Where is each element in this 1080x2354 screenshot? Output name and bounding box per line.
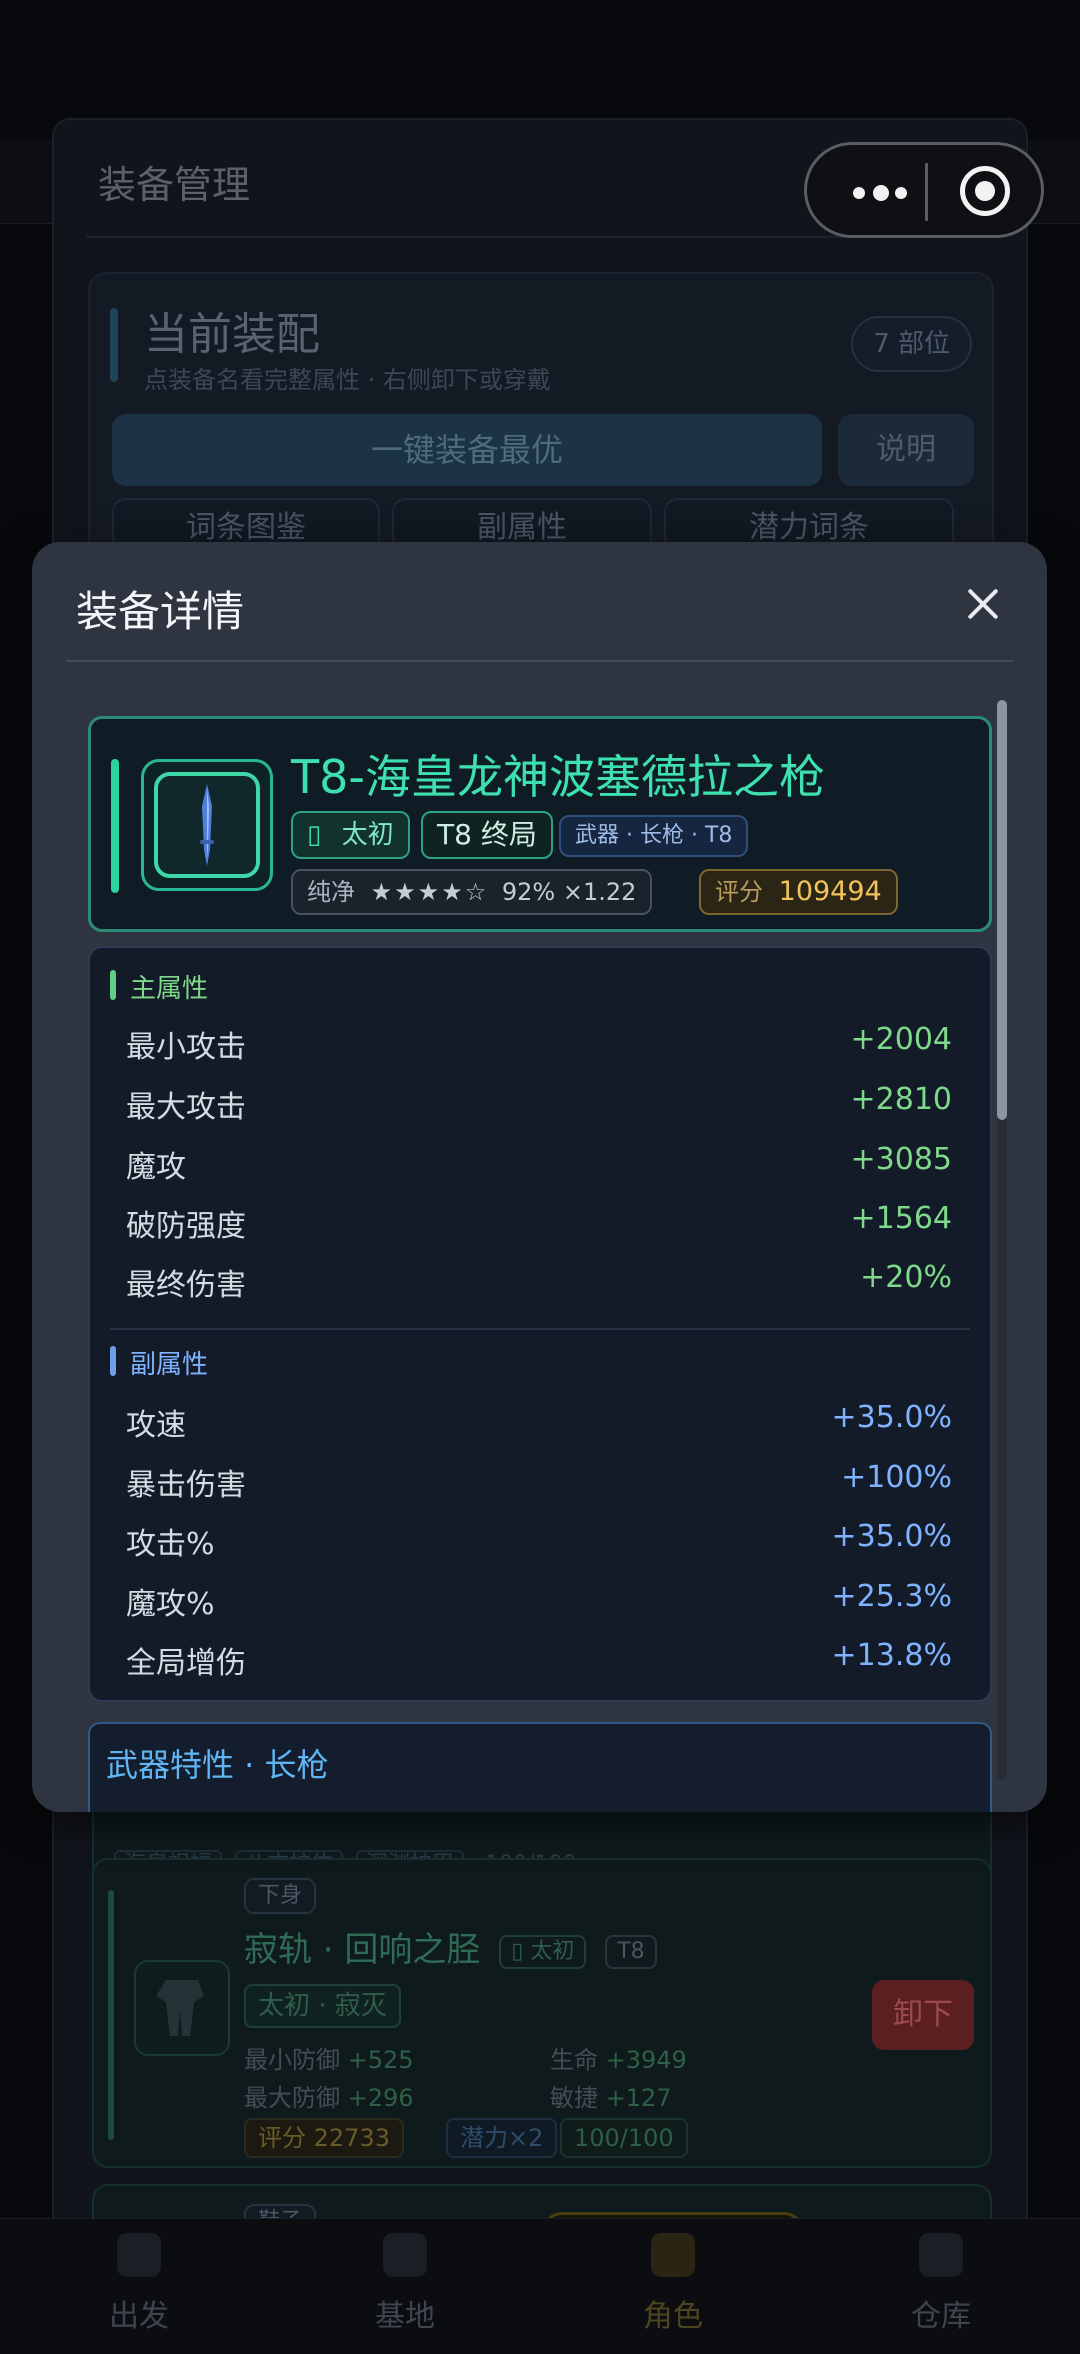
attr-row: 攻击% +35.0%	[126, 1519, 952, 1562]
potential-chip: 潜力×2	[446, 2118, 558, 2158]
attr-row: 魔攻% +25.3%	[126, 1579, 952, 1622]
nav-label: 基地	[375, 2299, 435, 2334]
sub-attributes-heading: 副属性	[110, 1344, 208, 1381]
attr-row: 最大攻击 +2810	[126, 1082, 952, 1125]
weapon-trait-title: 武器特性 · 长枪	[106, 1746, 329, 1784]
close-icon[interactable]	[955, 576, 1011, 632]
character-icon	[651, 2233, 695, 2277]
current-loadout-subtitle: 点装备名看完整属性 · 右侧卸下或穿戴	[144, 366, 551, 394]
divider	[66, 660, 1013, 662]
main-attributes-heading: 主属性	[110, 968, 208, 1005]
nav-character[interactable]: 角色	[588, 2219, 758, 2354]
slot-count-badge: 7 部位	[851, 316, 972, 372]
divider	[110, 1328, 970, 1330]
panel-title: 装备管理	[98, 163, 251, 207]
stat-max-defense: 最大防御 +296	[244, 2084, 414, 2112]
stat-min-defense: 最小防御 +525	[244, 2046, 414, 2074]
attr-row: 暴击伤害 +100%	[126, 1460, 952, 1503]
capsule-divider	[925, 163, 928, 221]
attributes-panel: 主属性 最小攻击 +2004 最大攻击 +2810 魔攻 +3085 破防强度 +156…	[88, 946, 992, 1702]
durability-chip: 100/100	[560, 2118, 688, 2158]
unequip-button[interactable]: 卸下	[872, 1980, 974, 2050]
score-tag: 评分 109494	[699, 869, 898, 915]
star-rating: ★★★★☆	[370, 878, 489, 906]
stat-hp: 生命 +3949	[550, 2046, 687, 2074]
slot-type-tag: 下身	[244, 1878, 317, 1914]
nav-warehouse[interactable]: 仓库	[856, 2219, 1026, 2354]
item-name-link[interactable]: 寂轨 · 回响之胫 ▯ 太初 T8	[244, 1922, 657, 1971]
accent-bar	[111, 759, 119, 893]
miniprogram-capsule	[804, 142, 1044, 238]
nav-label: 出发	[109, 2299, 169, 2334]
more-icon[interactable]	[853, 183, 909, 203]
weapon-trait-card: 武器特性 · 长枪	[88, 1722, 992, 1812]
item-detail-modal: 装备详情 T8-海皇龙神波塞德拉之枪 ▯ 太初 T8 终局 武器 · 长枪 · …	[32, 542, 1047, 1812]
base-icon	[383, 2233, 427, 2277]
warehouse-icon	[919, 2233, 963, 2277]
origin-icon: ▯	[307, 820, 322, 850]
nav-depart[interactable]: 出发	[54, 2219, 224, 2354]
item-name: 寂轨 · 回响之胫	[244, 1930, 481, 1970]
attr-row: 攻速 +35.0%	[126, 1400, 952, 1443]
item-icon-frame	[141, 759, 273, 891]
score-label: 评分	[715, 878, 763, 906]
current-loadout-box: 当前装配 点装备名看完整属性 · 右侧卸下或穿戴 7 部位 一键装备最优 说明 …	[88, 272, 994, 572]
origin-label: 太初	[341, 820, 394, 850]
item-name: T8-海皇龙神波塞德拉之枪	[291, 750, 825, 804]
current-loadout-title: 当前装配	[144, 309, 320, 360]
attr-row: 全局增伤 +13.8%	[126, 1638, 952, 1681]
equipment-slot-legs: 下身 寂轨 · 回响之胫 ▯ 太初 T8 太初 · 寂灭 最小防御 +525 生…	[92, 1858, 992, 2168]
accent-bar	[110, 308, 118, 382]
purity-tag: 纯净 ★★★★☆ 92% ×1.22	[291, 869, 653, 915]
tier-tag: T8 终局	[421, 811, 553, 859]
stat-agility: 敏捷 +127	[550, 2084, 672, 2112]
tier-tag: T8	[605, 1934, 657, 1969]
weapon-type-tag: 武器 · 长枪 · T8	[559, 815, 749, 857]
nav-base[interactable]: 基地	[320, 2219, 490, 2354]
purity-value: 92% ×1.22	[501, 878, 637, 906]
purity-label: 纯净	[307, 878, 355, 906]
accent-bar	[108, 1890, 114, 2140]
origin-tag: ▯ 太初	[499, 1934, 587, 1969]
page: 装备管理 当前装配 点装备名看完整属性 · 右侧卸下或穿戴 7 部位 一键装备最…	[0, 0, 1080, 2354]
nav-label: 仓库	[911, 2299, 971, 2334]
score-value: 109494	[778, 876, 882, 907]
modal-title: 装备详情	[76, 587, 245, 636]
origin-icon: ▯	[511, 1938, 524, 1964]
series-tag: 太初 · 寂灭	[244, 1984, 401, 2028]
nav-label: 角色	[643, 2299, 703, 2334]
equip-best-button[interactable]: 一键装备最优	[112, 414, 822, 486]
origin-tag: ▯ 太初	[291, 811, 410, 859]
attr-row: 最终伤害 +20%	[126, 1260, 952, 1303]
bottom-nav: 出发 基地 角色 仓库	[0, 2218, 1080, 2354]
armor-legs-icon	[134, 1960, 230, 2056]
depart-icon	[117, 2233, 161, 2277]
close-miniprogram-icon[interactable]	[960, 166, 1010, 216]
attr-row: 最小攻击 +2004	[126, 1022, 952, 1065]
scrollbar-thumb[interactable]	[997, 700, 1007, 1120]
attr-row: 破防强度 +1564	[126, 1201, 952, 1244]
score-chip: 评分 22733	[244, 2118, 404, 2158]
attr-row: 魔攻 +3085	[126, 1142, 952, 1185]
spear-icon	[154, 772, 260, 878]
item-header-card: T8-海皇龙神波塞德拉之枪 ▯ 太初 T8 终局 武器 · 长枪 · T8 纯净…	[88, 716, 992, 932]
explain-button[interactable]: 说明	[838, 414, 974, 486]
